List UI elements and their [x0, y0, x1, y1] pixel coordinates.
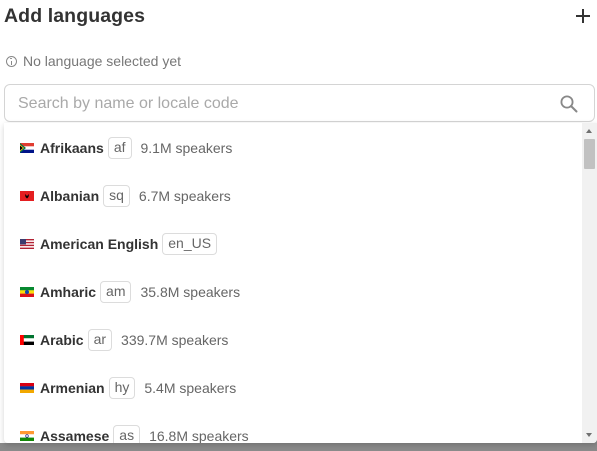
dropdown-scrollbar[interactable]: [582, 123, 597, 443]
scrollbar-thumb[interactable]: [584, 139, 595, 169]
scroll-down-arrow-icon[interactable]: [586, 433, 592, 437]
speaker-count: 35.8M speakers: [140, 284, 241, 300]
language-name: Albanian: [40, 188, 100, 204]
speaker-count: 16.8M speakers: [149, 428, 249, 443]
locale-code-badge: af: [107, 137, 132, 159]
locale-code-badge: as: [113, 425, 141, 443]
search-icon[interactable]: [560, 95, 578, 113]
language-option-albanian[interactable]: Albanian sq 6.7M speakers: [4, 172, 580, 220]
armenia-flag-icon: [20, 383, 34, 393]
india-flag-icon: [20, 431, 34, 441]
south-africa-flag-icon: [20, 143, 34, 153]
united-states-flag-icon: [20, 239, 34, 249]
page-title: Add languages: [4, 5, 146, 27]
language-name: Amharic: [40, 284, 97, 300]
locale-code-badge: hy: [108, 377, 136, 399]
language-option-afrikaans[interactable]: Afrikaans af 9.1M speakers: [4, 124, 580, 172]
search-input[interactable]: [16, 85, 550, 123]
info-icon: [6, 55, 17, 67]
language-option-armenian[interactable]: Armenian hy 5.4M speakers: [4, 364, 580, 412]
albania-flag-icon: [20, 191, 34, 201]
language-name: American English: [40, 236, 159, 252]
language-name: Afrikaans: [40, 140, 104, 156]
add-icon[interactable]: [573, 6, 593, 26]
language-option-arabic[interactable]: Arabic ar 339.7M speakers: [4, 316, 580, 364]
ethiopia-flag-icon: [20, 287, 34, 297]
language-option-american-english[interactable]: American English en_US: [4, 220, 580, 268]
language-dropdown: Afrikaans af 9.1M speakers Albanian sq 6…: [4, 123, 597, 443]
selection-status: No language selected yet: [6, 52, 181, 70]
selection-status-text: No language selected yet: [23, 53, 181, 69]
language-name: Arabic: [40, 332, 84, 348]
locale-code-badge: sq: [103, 185, 130, 207]
speaker-count: 6.7M speakers: [138, 188, 231, 204]
language-name: Armenian: [40, 380, 105, 396]
header: Add languages: [4, 5, 597, 31]
language-option-amharic[interactable]: Amharic am 35.8M speakers: [4, 268, 580, 316]
locale-code-badge: en_US: [162, 233, 218, 255]
speaker-count: 9.1M speakers: [140, 140, 233, 156]
uae-flag-icon: [20, 335, 34, 345]
locale-code-badge: ar: [87, 329, 113, 351]
language-option-assamese[interactable]: Assamese as 16.8M speakers: [4, 412, 580, 443]
speaker-count: 5.4M speakers: [144, 380, 237, 396]
locale-code-badge: am: [100, 281, 132, 303]
backdrop-panel-bottom: [0, 443, 597, 451]
scroll-up-arrow-icon[interactable]: [586, 129, 592, 133]
search-box: [4, 84, 595, 123]
language-name: Assamese: [40, 428, 110, 443]
speaker-count: 339.7M speakers: [121, 332, 229, 348]
